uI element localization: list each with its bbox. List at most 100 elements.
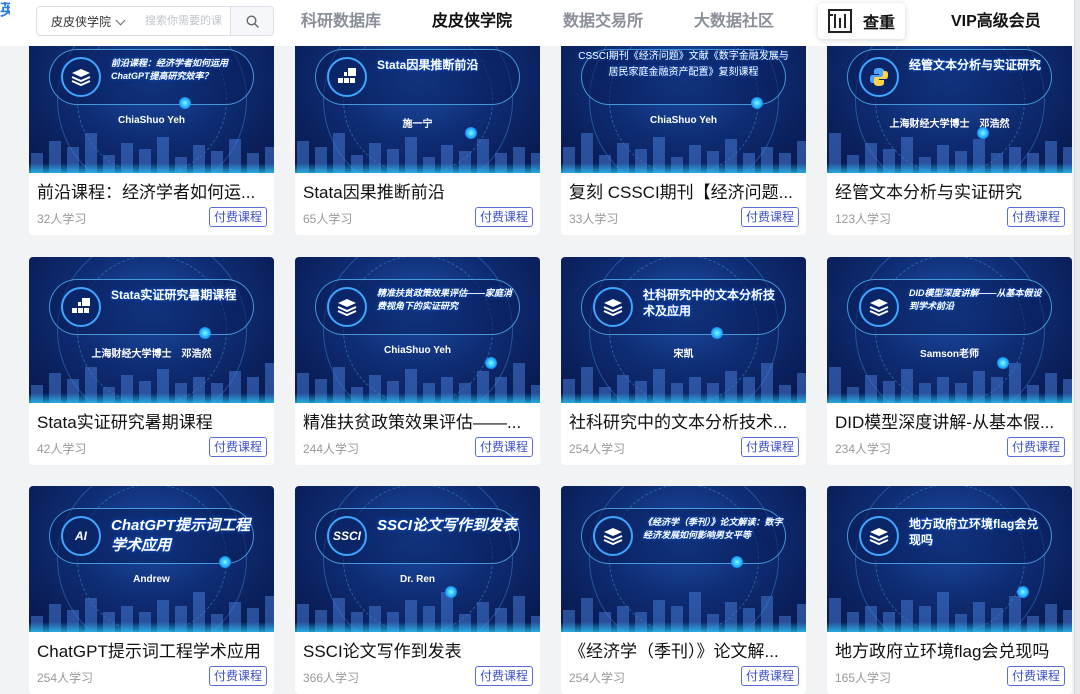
- layers-icon: [593, 287, 633, 327]
- glow-decoration: [295, 393, 540, 403]
- course-card[interactable]: 地方政府立环境flag会兑现吗 地方政府立环境flag会兑现吗 165人学习 付费课程: [827, 486, 1072, 694]
- paid-course-badge: 付费课程: [474, 666, 533, 686]
- glow-orb-decoration: [1017, 586, 1029, 598]
- course-thumbnail[interactable]: DID模型深度讲解——从基本假设到学术前沿 Samson老师: [827, 257, 1072, 403]
- course-thumbnail[interactable]: CSSCI期刊《经济问题》文献《数字金融发展与居民家庭金融资产配置》复刻课程 Ch…: [561, 27, 806, 173]
- chevron-down-icon: [115, 15, 126, 26]
- learner-count: 165人学习: [835, 671, 892, 685]
- thumb-title: 经管文本分析与实证研究: [909, 58, 1042, 72]
- site-logo[interactable]: 英入: [0, 2, 10, 42]
- nav-community[interactable]: 大数据社区: [694, 0, 774, 44]
- paid-course-badge: 付费课程: [474, 437, 533, 457]
- scrollbar-track[interactable]: [1074, 0, 1080, 694]
- search-button[interactable]: [230, 6, 274, 36]
- python-icon: [859, 57, 899, 97]
- thumb-author: 上海财经大学博士 邓浩然: [889, 119, 1010, 130]
- course-title[interactable]: ChatGPT提示词工程学术应用: [37, 641, 269, 663]
- nav-data-market[interactable]: 数据交易所: [563, 0, 643, 44]
- search-icon: [245, 14, 259, 28]
- learner-count: 366人学习: [303, 671, 360, 685]
- thumb-title: Stata因果推断前沿: [377, 58, 479, 72]
- course-thumbnail[interactable]: Stata实证研究暑期课程 上海财经大学博士 邓浩然: [29, 257, 274, 403]
- course-title[interactable]: 地方政府立环境flag会兑现吗: [835, 641, 1067, 663]
- glow-decoration: [295, 163, 540, 173]
- glow-orb-decoration: [751, 97, 763, 109]
- course-title[interactable]: 经管文本分析与实证研究: [835, 182, 1067, 204]
- learner-count: 33人学习: [569, 212, 619, 226]
- course-title[interactable]: 复刻 CSSCI期刊【经济问题...: [569, 182, 801, 204]
- course-title[interactable]: 《经济学（季刊）》论文解...: [569, 641, 801, 663]
- course-thumbnail[interactable]: 经管文本分析与实证研究上海财经大学博士 邓浩然: [827, 27, 1072, 173]
- learner-count: 244人学习: [303, 442, 360, 456]
- learner-count: 234人学习: [835, 442, 892, 456]
- paid-course-badge: 付费课程: [740, 207, 799, 227]
- course-grid: 前沿课程：经济学者如何运用ChatGPT提高研究效率？ ChiaShuo Yeh 前…: [0, 0, 1080, 694]
- glow-decoration: [561, 163, 806, 173]
- ai-icon: AI: [61, 516, 101, 556]
- course-card[interactable]: 《经济学（季刊）》论文解读：数字经济发展如何影响男女平等《经济学（季刊）》论文解…: [561, 486, 806, 694]
- course-title[interactable]: Stata因果推断前沿: [303, 182, 535, 204]
- course-thumbnail[interactable]: Stata因果推断前沿施一宁: [295, 27, 540, 173]
- course-title[interactable]: DID模型深度讲解-从基本假...: [835, 412, 1067, 434]
- course-card[interactable]: Stata因果推断前沿 施一宁 Stata因果推断前沿 65人学习 付费课程: [295, 27, 540, 235]
- paid-course-badge: 付费课程: [208, 666, 267, 686]
- course-card[interactable]: 经管文本分析与实证研究 上海财经大学博士 邓浩然 经管文本分析与实证研究 123人学习…: [827, 27, 1072, 235]
- glow-decoration: [29, 622, 274, 632]
- nav-vip-membership[interactable]: VIP高级会员: [951, 0, 1041, 44]
- glow-decoration: [827, 163, 1072, 173]
- layers-icon: [61, 57, 101, 97]
- thumb-author: 宋凯: [673, 349, 694, 360]
- course-card[interactable]: SSCI SSCI论文写作到发表 Dr. Ren SSCI论文写作到发表 366人学习 付…: [295, 486, 540, 694]
- glow-orb-decoration: [445, 586, 457, 598]
- glow-decoration: [29, 163, 274, 173]
- glow-orb-decoration: [179, 97, 191, 109]
- course-card[interactable]: 前沿课程：经济学者如何运用ChatGPT提高研究效率？ ChiaShuo Yeh 前…: [29, 27, 274, 235]
- course-card[interactable]: CSSCI期刊《经济问题》文献《数字金融发展与居民家庭金融资产配置》复刻课程 Ch…: [561, 27, 806, 235]
- paid-course-badge: 付费课程: [1006, 666, 1065, 686]
- course-thumbnail[interactable]: 《经济学（季刊）》论文解读：数字经济发展如何影响男女平等: [561, 486, 806, 632]
- course-title[interactable]: 社科研究中的文本分析技术...: [569, 412, 801, 434]
- search-input[interactable]: [133, 6, 231, 36]
- thumb-author: Andrew: [133, 574, 170, 585]
- glow-decoration: [29, 393, 274, 403]
- paid-course-badge: 付费课程: [740, 437, 799, 457]
- course-title[interactable]: 前沿课程：经济学者如何运...: [37, 182, 269, 204]
- thumb-title: 精准扶贫政策效果评估——家庭消费视角下的实证研究: [377, 288, 513, 311]
- course-card[interactable]: 社科研究中的文本分析技术及应用 宋凯社科研究中的文本分析技术... 254人学习 付费…: [561, 257, 806, 465]
- course-thumbnail[interactable]: 社科研究中的文本分析技术及应用 宋凯: [561, 257, 806, 403]
- thumb-title: SSCI论文写作到发表: [377, 517, 518, 534]
- course-title[interactable]: SSCI论文写作到发表: [303, 641, 535, 663]
- thumb-author: ChiaShuo Yeh: [649, 115, 718, 126]
- thumb-title: ChatGPT提示词工程学术应用: [111, 517, 251, 554]
- course-thumbnail[interactable]: AI ChatGPT提示词工程学术应用 Andrew: [29, 486, 274, 632]
- course-card[interactable]: 精准扶贫政策效果评估——家庭消费视角下的实证研究 ChiaShuo Yeh 精准扶贫…: [295, 257, 540, 465]
- thumb-title: 《经济学（季刊）》论文解读：数字经济发展如何影响男女平等: [643, 517, 783, 540]
- glow-orb-decoration: [219, 556, 231, 568]
- course-thumbnail[interactable]: SSCI SSCI论文写作到发表 Dr. Ren: [295, 486, 540, 632]
- course-card[interactable]: AI ChatGPT提示词工程学术应用 Andrew ChatGPT提示词工程学术应用…: [29, 486, 274, 694]
- course-title[interactable]: Stata实证研究暑期课程: [37, 412, 269, 434]
- nav-academy[interactable]: 皮皮侠学院: [432, 0, 512, 44]
- learner-count: 254人学习: [569, 671, 626, 685]
- glow-orb-decoration: [711, 327, 723, 339]
- paid-course-badge: 付费课程: [208, 207, 267, 227]
- learner-count: 65人学习: [303, 212, 353, 226]
- thumb-author: 施一宁: [402, 119, 433, 130]
- learner-count: 254人学习: [569, 442, 626, 456]
- glow-orb-decoration: [731, 556, 743, 568]
- nav-plagiarism-check[interactable]: 查重: [818, 3, 905, 39]
- document-check-icon: [828, 9, 852, 33]
- course-title[interactable]: 精准扶贫政策效果评估——...: [303, 412, 535, 434]
- site-select-dropdown[interactable]: 皮皮侠学院: [36, 6, 134, 36]
- nav-research-database[interactable]: 科研数据库: [301, 0, 381, 44]
- nav-check-label: 查重: [863, 15, 896, 32]
- course-thumbnail[interactable]: 前沿课程：经济学者如何运用ChatGPT提高研究效率？ ChiaShuo Yeh: [29, 27, 274, 173]
- course-card[interactable]: DID模型深度讲解——从基本假设到学术前沿 Samson老师 DID模型深度讲解-从…: [827, 257, 1072, 465]
- glow-orb-decoration: [997, 357, 1009, 369]
- thumb-author: Dr. Ren: [399, 574, 435, 585]
- learner-count: 254人学习: [37, 671, 94, 685]
- course-thumbnail[interactable]: 地方政府立环境flag会兑现吗: [827, 486, 1072, 632]
- layers-icon: [859, 287, 899, 327]
- course-card[interactable]: Stata实证研究暑期课程 上海财经大学博士 邓浩然 Stata实证研究暑期课程 42…: [29, 257, 274, 465]
- course-thumbnail[interactable]: 精准扶贫政策效果评估——家庭消费视角下的实证研究 ChiaShuo Yeh: [295, 257, 540, 403]
